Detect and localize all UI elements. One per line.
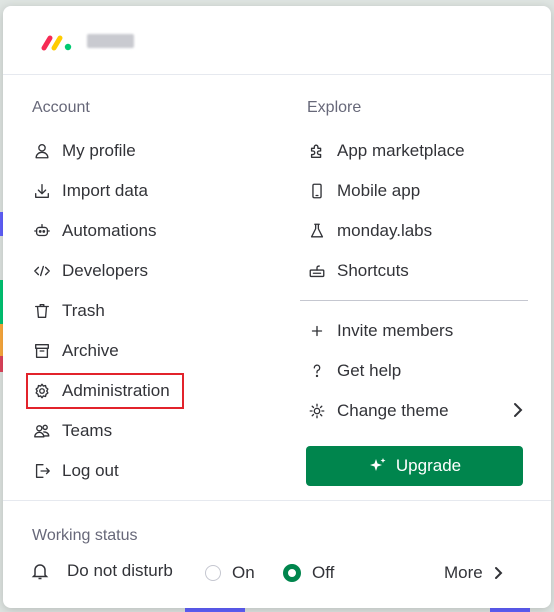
more-label: More <box>444 563 483 582</box>
menu-item-label: Developers <box>62 261 148 280</box>
menu-header <box>3 6 551 75</box>
dnd-on-radio[interactable]: On <box>205 563 255 583</box>
menu-item-developers[interactable]: Developers <box>32 255 148 287</box>
upgrade-button[interactable]: Upgrade <box>306 446 523 486</box>
puzzle-icon <box>307 141 327 161</box>
menu-item-trash[interactable]: Trash <box>32 295 105 327</box>
chevron-right-icon <box>494 567 503 579</box>
menu-item-change-theme[interactable]: Change theme <box>307 395 449 427</box>
menu-item-invite-members[interactable]: Invite members <box>307 315 453 347</box>
more-button[interactable]: More <box>444 563 505 583</box>
menu-item-label: Trash <box>62 301 105 320</box>
menu-item-get-help[interactable]: Get help <box>307 355 401 387</box>
account-name-redacted <box>87 34 134 48</box>
menu-item-log-out[interactable]: Log out <box>32 455 119 487</box>
menu-item-label: Import data <box>62 181 148 200</box>
menu-item-label: monday.labs <box>337 221 433 240</box>
dnd-on-label: On <box>232 563 255 582</box>
menu-item-automations[interactable]: Automations <box>32 215 157 247</box>
menu-item-monday-labs[interactable]: monday.labs <box>307 215 432 247</box>
menu-item-my-profile[interactable]: My profile <box>32 135 136 167</box>
explore-divider <box>300 300 528 301</box>
question-icon <box>307 361 327 381</box>
menu-item-mobile-app[interactable]: Mobile app <box>307 175 420 207</box>
team-icon <box>32 421 52 441</box>
code-icon <box>32 261 52 281</box>
person-icon <box>32 141 52 161</box>
menu-item-archive[interactable]: Archive <box>32 335 119 367</box>
working-status-title: Working status <box>32 527 138 544</box>
menu-item-label: Automations <box>62 221 157 240</box>
menu-item-label: Invite members <box>337 321 454 340</box>
menu-item-label: Change theme <box>337 401 449 420</box>
dnd-off-radio[interactable]: Off <box>283 563 334 583</box>
do-not-disturb: Do not disturb <box>30 561 173 581</box>
radio-checked-icon <box>283 564 301 582</box>
account-menu-panel: Account My profile Import data Automatio… <box>3 6 551 608</box>
menu-item-label: Log out <box>62 461 119 480</box>
menu-item-import-data[interactable]: Import data <box>32 175 148 207</box>
menu-item-shortcuts[interactable]: Shortcuts <box>307 255 409 287</box>
menu-item-label: Shortcuts <box>337 261 409 280</box>
monday-logo <box>41 35 72 51</box>
menu-item-label: Get help <box>337 361 402 380</box>
upgrade-label: Upgrade <box>395 456 462 475</box>
dnd-label: Do not disturb <box>67 561 173 580</box>
chevron-right-icon[interactable] <box>511 402 525 418</box>
robot-icon <box>32 221 52 241</box>
menu-item-label: Mobile app <box>337 181 421 200</box>
menu-item-app-marketplace[interactable]: App marketplace <box>307 135 465 167</box>
flask-icon <box>307 221 327 241</box>
sun-icon <box>307 401 327 421</box>
administration-highlight-box <box>26 373 184 409</box>
bell-icon <box>31 564 49 580</box>
sparkle-icon <box>369 458 386 471</box>
logout-icon <box>32 461 52 481</box>
menu-item-label: Archive <box>62 341 119 360</box>
menu-item-teams[interactable]: Teams <box>32 415 112 447</box>
explore-section-title: Explore <box>307 99 362 116</box>
menu-item-label: My profile <box>62 141 136 160</box>
dnd-off-label: Off <box>312 563 335 582</box>
keyboard-icon <box>307 261 327 281</box>
account-section-title: Account <box>32 99 90 116</box>
menu-item-label: App marketplace <box>337 141 465 160</box>
archive-icon <box>32 341 52 361</box>
phone-icon <box>307 181 327 201</box>
working-status-section: Working status Do not disturb On Off Mor… <box>3 500 551 608</box>
menu-item-label: Teams <box>62 421 113 440</box>
plus-icon <box>307 321 327 341</box>
trash-icon <box>32 301 52 321</box>
radio-unchecked-icon <box>205 565 221 581</box>
download-icon <box>32 181 52 201</box>
